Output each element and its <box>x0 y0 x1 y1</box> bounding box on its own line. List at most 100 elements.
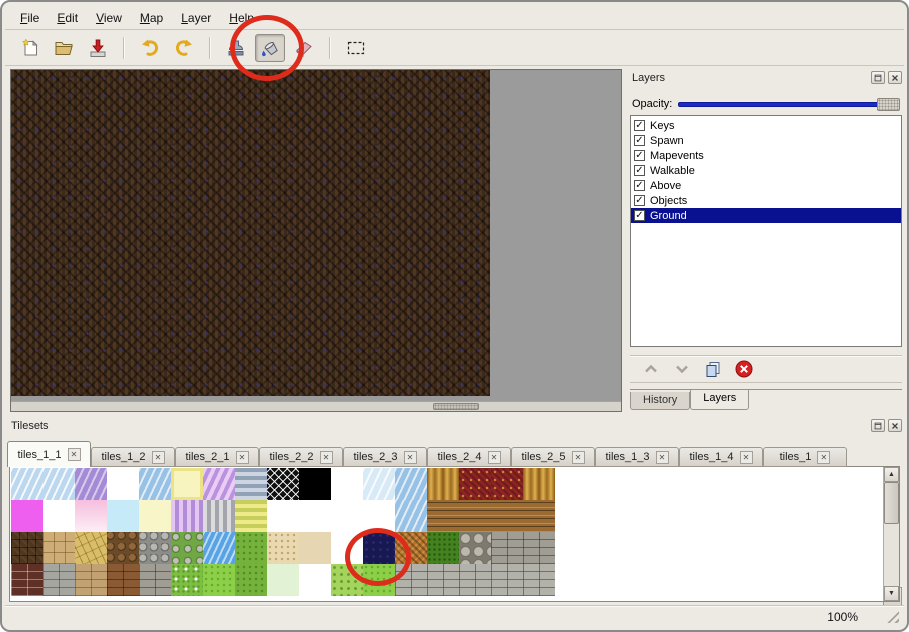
palette-tile-grass-mid[interactable] <box>235 532 267 564</box>
layers-panel-float-icon[interactable] <box>871 71 885 84</box>
tileset-tab-tiles_1_1[interactable]: tiles_1_1✕ <box>7 441 91 467</box>
palette-vscrollbar-handle[interactable] <box>884 482 899 524</box>
palette-tile-black[interactable] <box>299 468 331 500</box>
palette-tile-stone-blocks[interactable] <box>491 532 523 564</box>
palette-tile-sand-speckled[interactable] <box>267 532 299 564</box>
eraser-tool-button[interactable] <box>289 34 319 62</box>
palette-tile-brick-dark[interactable] <box>11 564 43 596</box>
stamp-tool-button[interactable] <box>221 34 251 62</box>
palette-tile-wood-planks[interactable] <box>427 500 459 532</box>
palette-tile-water-blue[interactable] <box>395 468 427 500</box>
palette-tile-water-blue[interactable] <box>395 500 427 532</box>
duplicate-layer-button[interactable] <box>702 358 724 380</box>
layer-row[interactable]: ✓Mapevents <box>631 148 901 163</box>
tileset-tab-tiles_2_3[interactable]: tiles_2_3✕ <box>343 447 427 467</box>
scroll-up-icon[interactable]: ▲ <box>884 467 899 482</box>
tab-history[interactable]: History <box>630 392 690 410</box>
layer-visibility-checkbox[interactable]: ✓ <box>634 210 645 221</box>
delete-layer-button[interactable] <box>733 358 755 380</box>
tilesets-panel-close-icon[interactable] <box>888 419 902 432</box>
canvas-hscrollbar-handle[interactable] <box>433 403 479 410</box>
map-canvas[interactable] <box>10 69 622 412</box>
tab-close-icon[interactable]: ✕ <box>656 451 669 464</box>
palette-tile-brick-graywall[interactable] <box>395 564 427 596</box>
palette-tile-grass-tufts[interactable] <box>331 564 363 596</box>
undo-button[interactable] <box>135 34 165 62</box>
layer-visibility-checkbox[interactable]: ✓ <box>634 180 645 191</box>
tab-close-icon[interactable]: ✕ <box>572 451 585 464</box>
palette-tile-brick-graywall[interactable] <box>459 564 491 596</box>
lower-layer-button[interactable] <box>671 358 693 380</box>
tab-close-icon[interactable]: ✕ <box>68 448 81 461</box>
open-file-button[interactable] <box>49 34 79 62</box>
palette-tile-brick-gray[interactable] <box>43 564 75 596</box>
palette-tile-wood-planks[interactable] <box>459 500 491 532</box>
layer-visibility-checkbox[interactable]: ✓ <box>634 135 645 146</box>
palette-tile-grass-dark[interactable] <box>427 532 459 564</box>
palette-tile-water-light[interactable] <box>43 468 75 500</box>
tab-close-icon[interactable]: ✕ <box>152 451 165 464</box>
palette-tile-lattice[interactable] <box>267 468 299 500</box>
palette-tile-carpet-red[interactable] <box>491 468 523 500</box>
fill-tool-button[interactable] <box>255 34 285 62</box>
scroll-down-icon[interactable]: ▼ <box>884 586 899 601</box>
palette-tile-cyan-pale[interactable] <box>107 500 139 532</box>
palette-tile-yellow-pale[interactable] <box>139 500 171 532</box>
palette-tile-grass-bright[interactable] <box>363 564 395 596</box>
palette-tile-tan-pale[interactable] <box>299 532 331 564</box>
tileset-tab-tiles_2_2[interactable]: tiles_2_2✕ <box>259 447 343 467</box>
palette-tile-water-pale[interactable] <box>363 468 395 500</box>
layer-row[interactable]: ✓Objects <box>631 193 901 208</box>
palette-tile-grass-flowers[interactable] <box>171 564 203 596</box>
palette-tile-empty[interactable] <box>267 500 299 532</box>
palette-tile-stripes-violet[interactable] <box>203 468 235 500</box>
palette-tile-weave-orange[interactable] <box>395 532 427 564</box>
palette-tile-stripes-bluegray[interactable] <box>235 468 267 500</box>
menu-view[interactable]: View <box>87 8 131 28</box>
palette-tile-rocks-brown[interactable] <box>107 532 139 564</box>
palette-tile-btn-yellow[interactable] <box>171 468 203 500</box>
tab-close-icon[interactable]: ✕ <box>740 451 753 464</box>
palette-tile-brick-tan[interactable] <box>75 564 107 596</box>
palette-tile-green-pale[interactable] <box>267 564 299 596</box>
palette-tile-wood-planks[interactable] <box>491 500 523 532</box>
palette-tile-rocks-gray[interactable] <box>139 532 171 564</box>
layer-row[interactable]: ✓Spawn <box>631 133 901 148</box>
palette-tile-empty[interactable] <box>331 468 363 500</box>
menu-map[interactable]: Map <box>131 8 172 28</box>
save-file-button[interactable] <box>83 34 113 62</box>
layers-panel-close-icon[interactable] <box>888 71 902 84</box>
palette-tile-stripes-gray-v[interactable] <box>203 500 235 532</box>
tileset-tab-tiles_1_3[interactable]: tiles_1_3✕ <box>595 447 679 467</box>
palette-tile-brick-graywall[interactable] <box>523 564 555 596</box>
palette-vscrollbar[interactable]: ▲ ▼ <box>883 467 899 601</box>
layer-visibility-checkbox[interactable]: ✓ <box>634 195 645 206</box>
map-tile-area[interactable] <box>11 70 490 396</box>
palette-tile-pillar-gold[interactable] <box>523 468 555 500</box>
tab-close-icon[interactable]: ✕ <box>404 451 417 464</box>
palette-tile-grass-bright[interactable] <box>203 564 235 596</box>
palette-tile-water-bright[interactable] <box>203 532 235 564</box>
tileset-tab-tiles_2_5[interactable]: tiles_2_5✕ <box>511 447 595 467</box>
palette-tile-empty[interactable] <box>331 532 363 564</box>
canvas-hscrollbar[interactable] <box>11 401 621 411</box>
layer-row[interactable]: ✓Keys <box>631 118 901 133</box>
palette-tile-grass-mid[interactable] <box>235 564 267 596</box>
opacity-slider-track[interactable] <box>678 102 900 107</box>
new-file-button[interactable] <box>15 34 45 62</box>
palette-tile-wood-planks[interactable] <box>523 500 555 532</box>
palette-tile-brick-graywall[interactable] <box>491 564 523 596</box>
tileset-tab-tiles_2_4[interactable]: tiles_2_4✕ <box>427 447 511 467</box>
layer-visibility-checkbox[interactable]: ✓ <box>634 165 645 176</box>
redo-button[interactable] <box>169 34 199 62</box>
palette-tile-water-blue[interactable] <box>139 468 171 500</box>
layer-visibility-checkbox[interactable]: ✓ <box>634 150 645 161</box>
palette-tile-empty[interactable] <box>363 500 395 532</box>
select-tool-button[interactable] <box>341 34 371 62</box>
layer-row[interactable]: ✓Ground <box>631 208 901 223</box>
palette-tile-empty[interactable] <box>331 500 363 532</box>
tileset-tab-tiles_1[interactable]: tiles_1✕ <box>763 447 847 467</box>
palette-tile-stone-blocks[interactable] <box>139 564 171 596</box>
palette-tile-stripes-violet-v[interactable] <box>171 500 203 532</box>
menu-file[interactable]: File <box>11 8 48 28</box>
